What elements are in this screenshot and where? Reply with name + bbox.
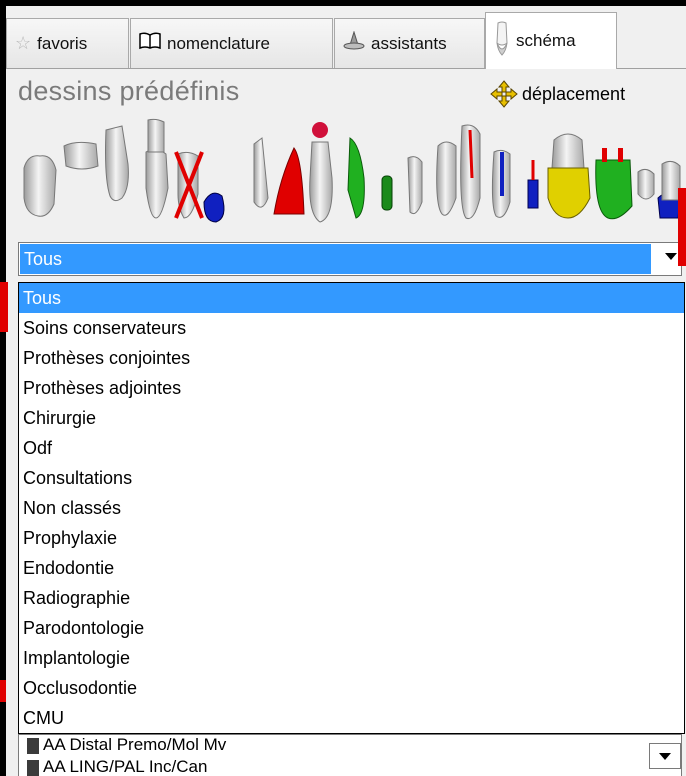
tab-label: nomenclature [167,33,271,53]
tab-label: favoris [37,33,88,53]
drawing-red-crown[interactable] [273,147,305,215]
category-option[interactable]: Tous [19,283,684,313]
drawing-post-blue[interactable] [527,160,539,209]
tab-label: schéma [516,31,576,50]
category-option[interactable]: Odf [19,433,684,463]
move-arrows-icon [490,80,518,108]
color-swatch [27,760,39,776]
annotation-marker-left-bottom [0,680,6,702]
annotation-marker-right [678,188,686,266]
drawing-tooth-3[interactable] [407,156,423,215]
category-option[interactable]: Radiographie [19,583,684,613]
annotation-marker-left [0,282,8,332]
wizard-hat-icon [343,30,365,56]
move-label: déplacement [522,83,626,104]
schema-panel: ☆ favoris nomenclature assistants schéma… [6,6,686,776]
drawing-blue-root[interactable] [203,192,225,223]
tooth-icon [494,21,510,62]
drawing-implant-red-head[interactable] [309,122,333,223]
list-item-label: AA Distal Premo/Mol Mv [43,735,227,754]
drawing-tooth-1[interactable] [23,155,57,217]
drawing-endo-red[interactable] [460,124,481,220]
category-select[interactable]: Tous [18,242,682,276]
drawing-extraction[interactable] [174,151,204,219]
drawing-molar-1[interactable] [145,118,169,219]
list-item[interactable]: AA LING/PAL Inc/Can [19,757,681,776]
category-dropdown-list: Tous Soins conservateurs Prothèses conjo… [18,282,685,734]
tab-nomenclature[interactable]: nomenclature [130,18,333,68]
drawing-crown-block[interactable] [63,141,99,170]
category-option[interactable]: Consultations [19,463,684,493]
category-option[interactable]: Prothèses adjointes [19,373,684,403]
drawing-tooth-2[interactable] [105,125,129,202]
tab-bar: ☆ favoris nomenclature assistants schéma [6,6,686,69]
list-item-label: AA LING/PAL Inc/Can [43,757,208,776]
category-option[interactable]: Parodontologie [19,613,684,643]
drawing-yellow-crown[interactable] [547,133,591,219]
category-option[interactable]: Prophylaxie [19,523,684,553]
drawing-green-tooth[interactable] [347,137,365,219]
category-option[interactable]: Occlusodontie [19,673,684,703]
category-option[interactable]: Prothèses conjointes [19,343,684,373]
drawing-blue-veneer[interactable] [657,160,681,219]
drawing-green-crown[interactable] [595,148,633,220]
tab-schema[interactable]: schéma [485,12,617,69]
category-option[interactable]: Endodontie [19,553,684,583]
drawing-items-list: AA Distal Premo/Mol Mv AA LING/PAL Inc/C… [18,734,682,776]
category-option[interactable]: Chirurgie [19,403,684,433]
book-icon [139,32,161,55]
star-icon: ☆ [15,33,32,53]
category-option[interactable]: Non classés [19,493,684,523]
section-title: dessins prédéfinis [18,76,240,106]
tab-label: assistants [371,33,447,53]
chevron-down-icon [659,753,671,760]
move-button[interactable]: déplacement [490,80,625,108]
drawing-green-screw[interactable] [381,175,393,211]
category-option[interactable]: Implantologie [19,643,684,673]
drawing-tooth-4[interactable] [436,141,457,216]
drawing-canine[interactable] [253,137,269,208]
list-item[interactable]: AA Distal Premo/Mol Mv [19,735,681,757]
category-select-value: Tous [20,244,651,274]
color-swatch [27,738,39,754]
chevron-down-icon[interactable] [665,253,677,260]
drawing-endo-blue[interactable] [491,149,511,218]
tab-favoris[interactable]: ☆ favoris [6,18,129,68]
predefined-drawings-strip [23,118,681,223]
item-dropdown-button[interactable] [649,743,681,769]
category-option[interactable]: CMU [19,703,684,733]
category-option[interactable]: Soins conservateurs [19,313,684,343]
tab-assistants[interactable]: assistants [334,18,485,68]
drawing-tooth-5[interactable] [637,168,655,200]
